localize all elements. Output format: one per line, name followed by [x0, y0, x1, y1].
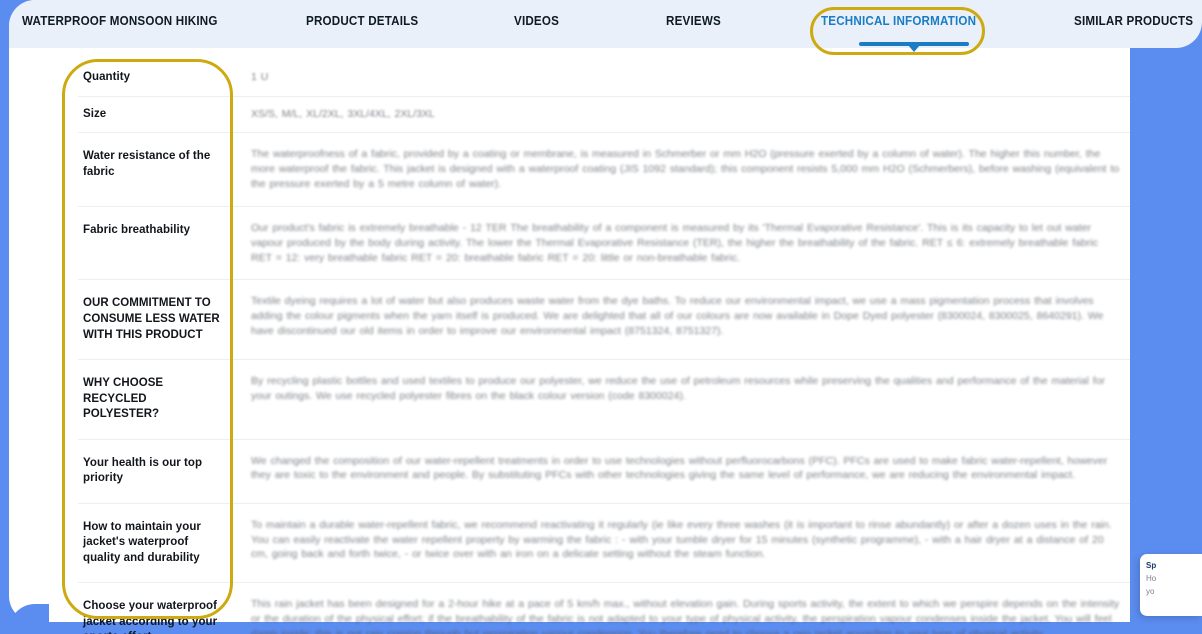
- spec-label: Choose your waterproof jacket according …: [83, 600, 218, 634]
- tab-waterproof-monsoon-hiking[interactable]: WATERPROOF MONSOON HIKING: [22, 14, 218, 28]
- spec-value: Our product's fabric is extremely breath…: [238, 207, 1130, 280]
- spec-label: How to maintain your jacket's waterproof…: [83, 520, 201, 564]
- spec-value-text: We changed the composition of our water-…: [251, 454, 1108, 482]
- spec-value: We changed the composition of our water-…: [238, 440, 1130, 498]
- chat-widget[interactable]: Sp Ho yo: [1140, 554, 1202, 616]
- spec-value: Textile dyeing requires a lot of water b…: [238, 280, 1130, 353]
- spec-label: Water resistance of the fabric: [83, 150, 211, 178]
- spec-value-text: To maintain a durable water-repellent fa…: [251, 518, 1112, 561]
- table-row: How to maintain your jacket's waterproof…: [78, 504, 1130, 584]
- product-tab-bar: WATERPROOF MONSOON HIKING PRODUCT DETAILS…: [9, 0, 1202, 52]
- table-row: Water resistance of the fabric The waterp…: [78, 133, 1130, 207]
- spec-value-text: XS/S, M/L, XL/2XL, 3XL/4XL, 2XL/3XL: [251, 107, 435, 120]
- table-row: Fabric breathability Our product's fabric…: [78, 207, 1130, 281]
- spec-value-text: 1 U: [251, 71, 269, 83]
- tab-reviews[interactable]: REVIEWS: [666, 14, 721, 28]
- spec-label: Quantity: [83, 71, 131, 83]
- spec-label: WHY CHOOSE RECYCLED POLYESTER?: [83, 377, 164, 421]
- spec-value: This rain jacket has been designed for a…: [238, 583, 1130, 634]
- spec-value: XS/S, M/L, XL/2XL, 3XL/4XL, 2XL/3XL: [238, 97, 1130, 132]
- chat-widget-line-1: Ho: [1146, 574, 1157, 583]
- table-row: Choose your waterproof jacket according …: [78, 583, 1130, 634]
- spec-value-text: This rain jacket has been designed for a…: [251, 598, 1120, 634]
- tab-similar-products[interactable]: SIMILAR PRODUCTS: [1074, 14, 1193, 28]
- chat-widget-title: Sp: [1146, 561, 1157, 570]
- spec-value-text: By recycling plastic bottles and used te…: [251, 375, 1106, 402]
- table-row: Your health is our top priority We change…: [78, 440, 1130, 504]
- spec-value: The waterproofness of a fabric, provided…: [238, 133, 1130, 206]
- spec-value-text: The waterproofness of a fabric, provided…: [251, 148, 1120, 190]
- tab-product-details[interactable]: PRODUCT DETAILS: [306, 14, 418, 28]
- spec-label: Fabric breathability: [83, 223, 191, 236]
- technical-information-table: Quantity 1 U Size XS/S, M/L, XL/2XL, 3XL/4X…: [78, 60, 1130, 634]
- spec-value: 1 U: [238, 60, 1130, 95]
- spec-label: Size: [83, 107, 107, 120]
- table-row: Quantity 1 U: [78, 60, 1130, 97]
- spec-label: Your health is our top priority: [83, 456, 203, 485]
- table-row: Size XS/S, M/L, XL/2XL, 3XL/4XL, 2XL/3XL: [78, 97, 1130, 134]
- spec-value: By recycling plastic bottles and used te…: [238, 360, 1130, 418]
- table-row: WHY CHOOSE RECYCLED POLYESTER? By recycli…: [78, 360, 1130, 440]
- page-root: WATERPROOF MONSOON HIKING PRODUCT DETAILS…: [0, 0, 1202, 634]
- spec-value-text: Our product's fabric is extremely breath…: [251, 221, 1098, 264]
- tab-videos[interactable]: VIDEOS: [514, 14, 559, 28]
- spec-value-text: Textile dyeing requires a lot of water b…: [251, 295, 1104, 338]
- spec-label: OUR COMMITMENT TO CONSUME LESS WATER WIT…: [83, 297, 220, 341]
- spec-value: To maintain a durable water-repellent fa…: [238, 504, 1130, 577]
- tab-technical-information[interactable]: TECHNICAL INFORMATION: [821, 14, 976, 28]
- active-tab-caret-icon: [908, 45, 920, 52]
- table-row: OUR COMMITMENT TO CONSUME LESS WATER WIT…: [78, 280, 1130, 361]
- chat-widget-line-2: yo: [1146, 587, 1155, 596]
